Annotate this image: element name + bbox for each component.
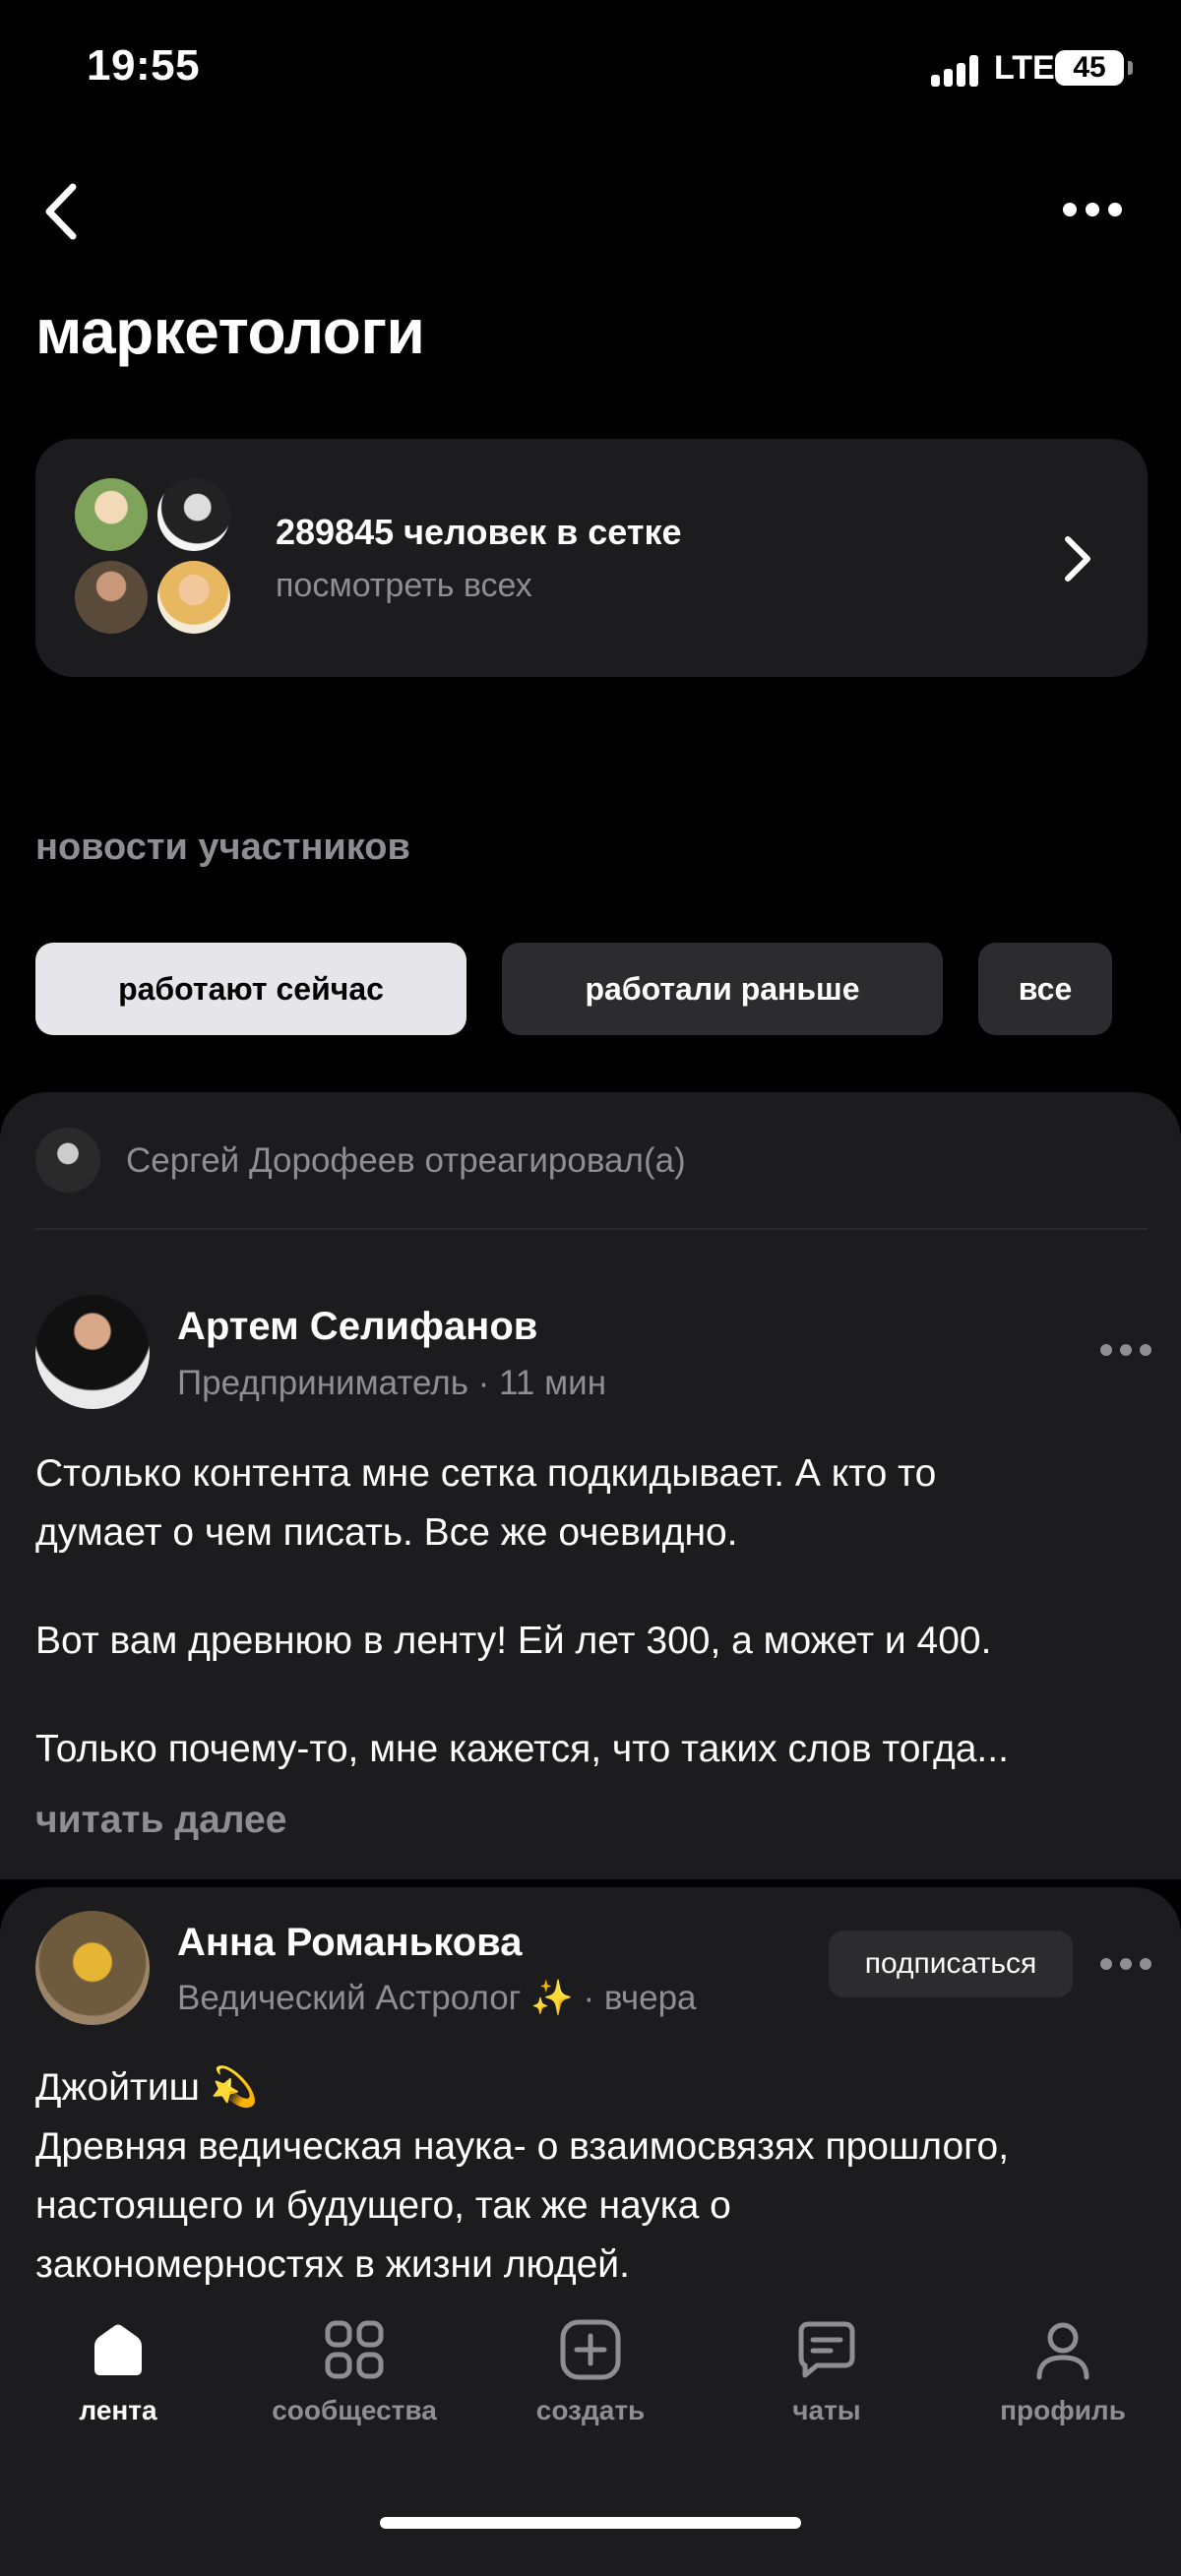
section-title: новости участников — [35, 827, 410, 868]
avatar-stack — [75, 476, 236, 638]
battery-nub — [1128, 61, 1133, 75]
tab-chats[interactable]: чаты — [728, 2318, 925, 2426]
author-meta: Предприниматель · 11 мин — [177, 1364, 607, 1402]
author-name[interactable]: Артем Селифанов — [177, 1305, 537, 1349]
home-icon — [94, 2324, 142, 2375]
back-icon[interactable] — [35, 177, 94, 246]
status-time: 19:55 — [87, 41, 201, 90]
network-type: LTE — [994, 49, 1055, 87]
chevron-right-icon[interactable] — [1058, 531, 1097, 586]
author-avatar[interactable] — [35, 1911, 150, 2025]
person-icon — [1036, 2322, 1089, 2380]
avatar — [157, 561, 230, 634]
plus-square-icon — [560, 2319, 621, 2380]
post-line: Древняя ведическая наука- о взаимосвязях… — [35, 2125, 1010, 2168]
avatar — [157, 478, 230, 551]
read-more-link[interactable]: читать далее — [35, 1799, 286, 1842]
post-line: Столько контента мне сетка подкидывает. … — [35, 1452, 937, 1495]
subscribe-button[interactable]: подписаться — [829, 1931, 1073, 1997]
post-line: Только почему-то, мне кажется, что таких… — [35, 1728, 1009, 1770]
filter-chip-worked-before[interactable]: работали раньше — [502, 943, 943, 1035]
tab-label: профиль — [1000, 2395, 1126, 2425]
tab-label: сообщества — [272, 2395, 437, 2425]
tab-label: чаты — [792, 2395, 861, 2425]
tab-create[interactable]: создать — [492, 2318, 689, 2426]
filter-chip-working-now[interactable]: работают сейчас — [35, 943, 466, 1035]
divider — [35, 1228, 1148, 1230]
battery-icon: 45 — [1055, 50, 1124, 86]
post-line: настоящего и будущего, так же наука о — [35, 2184, 731, 2227]
page-title: маркетологи — [35, 296, 425, 367]
tab-feed[interactable]: лента — [20, 2318, 217, 2426]
chat-icon — [798, 2321, 855, 2378]
tab-label: лента — [79, 2395, 157, 2425]
view-all-link[interactable]: посмотреть всех — [276, 567, 532, 605]
reactor-avatar[interactable] — [35, 1128, 100, 1193]
grid-icon — [325, 2320, 384, 2379]
post-line: закономерностях в жизни людей. — [35, 2243, 630, 2286]
post-options-icon[interactable] — [1100, 1958, 1151, 1970]
author-avatar[interactable] — [35, 1295, 150, 1409]
signal-icon — [931, 55, 982, 87]
filter-chip-all[interactable]: все — [978, 943, 1112, 1035]
post-line: Вот вам древнюю в ленту! Ей лет 300, а м… — [35, 1620, 992, 1662]
author-meta: Ведический Астролог ✨ · вчера — [177, 1979, 697, 2017]
tab-label: создать — [535, 2395, 646, 2425]
post-line: думает о чем писать. Все же очевидно. — [35, 1511, 738, 1554]
avatar — [75, 478, 148, 551]
tab-profile[interactable]: профиль — [964, 2318, 1161, 2426]
post-line: Джойтиш 💫 — [35, 2066, 259, 2109]
network-count: 289845 человек в сетке — [276, 512, 682, 552]
post-options-icon[interactable] — [1100, 1344, 1151, 1356]
author-name[interactable]: Анна Романькова — [177, 1921, 522, 1965]
avatar — [75, 561, 148, 634]
more-options-icon[interactable] — [1063, 195, 1142, 224]
tab-communities[interactable]: сообщества — [256, 2318, 453, 2426]
home-indicator — [380, 2517, 801, 2529]
reaction-text: Сергей Дорофеев отреагировал(а) — [126, 1141, 686, 1180]
